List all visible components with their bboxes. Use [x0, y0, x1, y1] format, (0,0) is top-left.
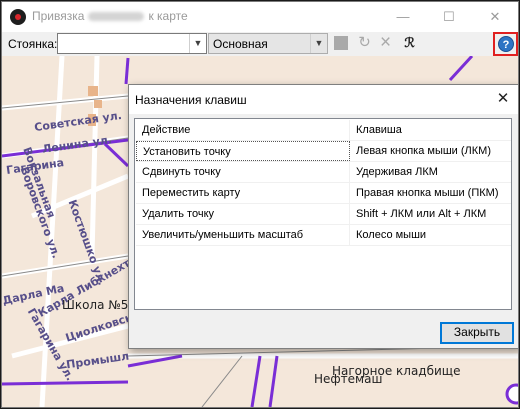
column-header-action[interactable]: Действие [136, 120, 350, 140]
delete-icon[interactable]: × [377, 33, 394, 52]
redo-icon[interactable]: ↻ [356, 35, 373, 52]
action-cell: Установить точку [136, 141, 350, 161]
close-button[interactable]: ✕ [472, 2, 518, 32]
action-cell: Переместить карту [136, 183, 350, 203]
stop-select[interactable]: ▼ [57, 33, 207, 54]
close-dialog-button[interactable]: Закрыть [440, 322, 514, 344]
stop-icon[interactable] [333, 35, 350, 52]
column-header-key[interactable]: Клавиша [351, 120, 511, 140]
title-prefix: Привязка [32, 9, 85, 23]
title-suffix: к карте [148, 9, 188, 23]
maximize-button[interactable]: ☐ [426, 2, 472, 32]
key-cell: Левая кнопка мыши (ЛКМ) [356, 145, 491, 157]
dialog-title-bar[interactable]: Назначения клавиш ✕ [129, 85, 518, 114]
toolbar: Стоянка: ▼ Основная ▼ ↻ × ℛ ? [2, 32, 518, 56]
layer-select[interactable]: Основная ▼ [208, 33, 328, 54]
main-window: Привязка к карте — ☐ ✕ Стоянка: ▼ Основна… [1, 1, 519, 408]
key-cell: Правая кнопка мыши (ПКМ) [356, 187, 499, 199]
help-highlight[interactable]: ? [493, 32, 518, 56]
pick-point-icon[interactable]: ℛ [401, 35, 418, 52]
key-bindings-dialog: Назначения клавиш ✕ Действие Клавиша Уст… [128, 84, 518, 349]
map-label: Школа №5 [62, 298, 129, 312]
table-header: Действие Клавиша [136, 120, 511, 141]
redacted-text [88, 12, 145, 22]
table-row[interactable]: Переместить карту Правая кнопка мыши (ПК… [136, 183, 511, 204]
dialog-close-icon[interactable]: ✕ [493, 89, 513, 109]
table-row[interactable]: Удалить точку Shift + ЛКМ или Alt + ЛКМ [136, 204, 511, 225]
table-row[interactable]: Сдвинуть точку Удерживая ЛКМ [136, 162, 511, 183]
table-row[interactable]: Увеличить/уменьшить масштаб Колесо мыши [136, 225, 511, 246]
minimize-button[interactable]: — [380, 2, 426, 32]
key-bindings-table[interactable]: Действие Клавиша Установить точку Левая … [134, 118, 512, 310]
window-title: Привязка к карте [32, 9, 188, 23]
layer-select-value: Основная [213, 37, 268, 51]
chevron-down-icon[interactable]: ▼ [310, 34, 327, 53]
dialog-title: Назначения клавиш [135, 93, 247, 107]
action-cell: Увеличить/уменьшить масштаб [136, 225, 350, 245]
table-row[interactable]: Установить точку Левая кнопка мыши (ЛКМ) [136, 141, 511, 162]
action-cell: Удалить точку [136, 204, 350, 224]
key-cell: Удерживая ЛКМ [356, 166, 438, 178]
chevron-down-icon[interactable]: ▼ [189, 34, 206, 53]
app-icon [10, 9, 26, 25]
help-icon[interactable]: ? [498, 36, 514, 52]
key-cell: Shift + ЛКМ или Alt + ЛКМ [356, 208, 487, 220]
action-cell: Сдвинуть точку [136, 162, 350, 182]
title-bar[interactable]: Привязка к карте — ☐ ✕ [2, 2, 518, 32]
map-label: Нефтемаш [314, 372, 383, 386]
stop-label: Стоянка: [8, 37, 58, 51]
key-cell: Колесо мыши [356, 229, 427, 241]
